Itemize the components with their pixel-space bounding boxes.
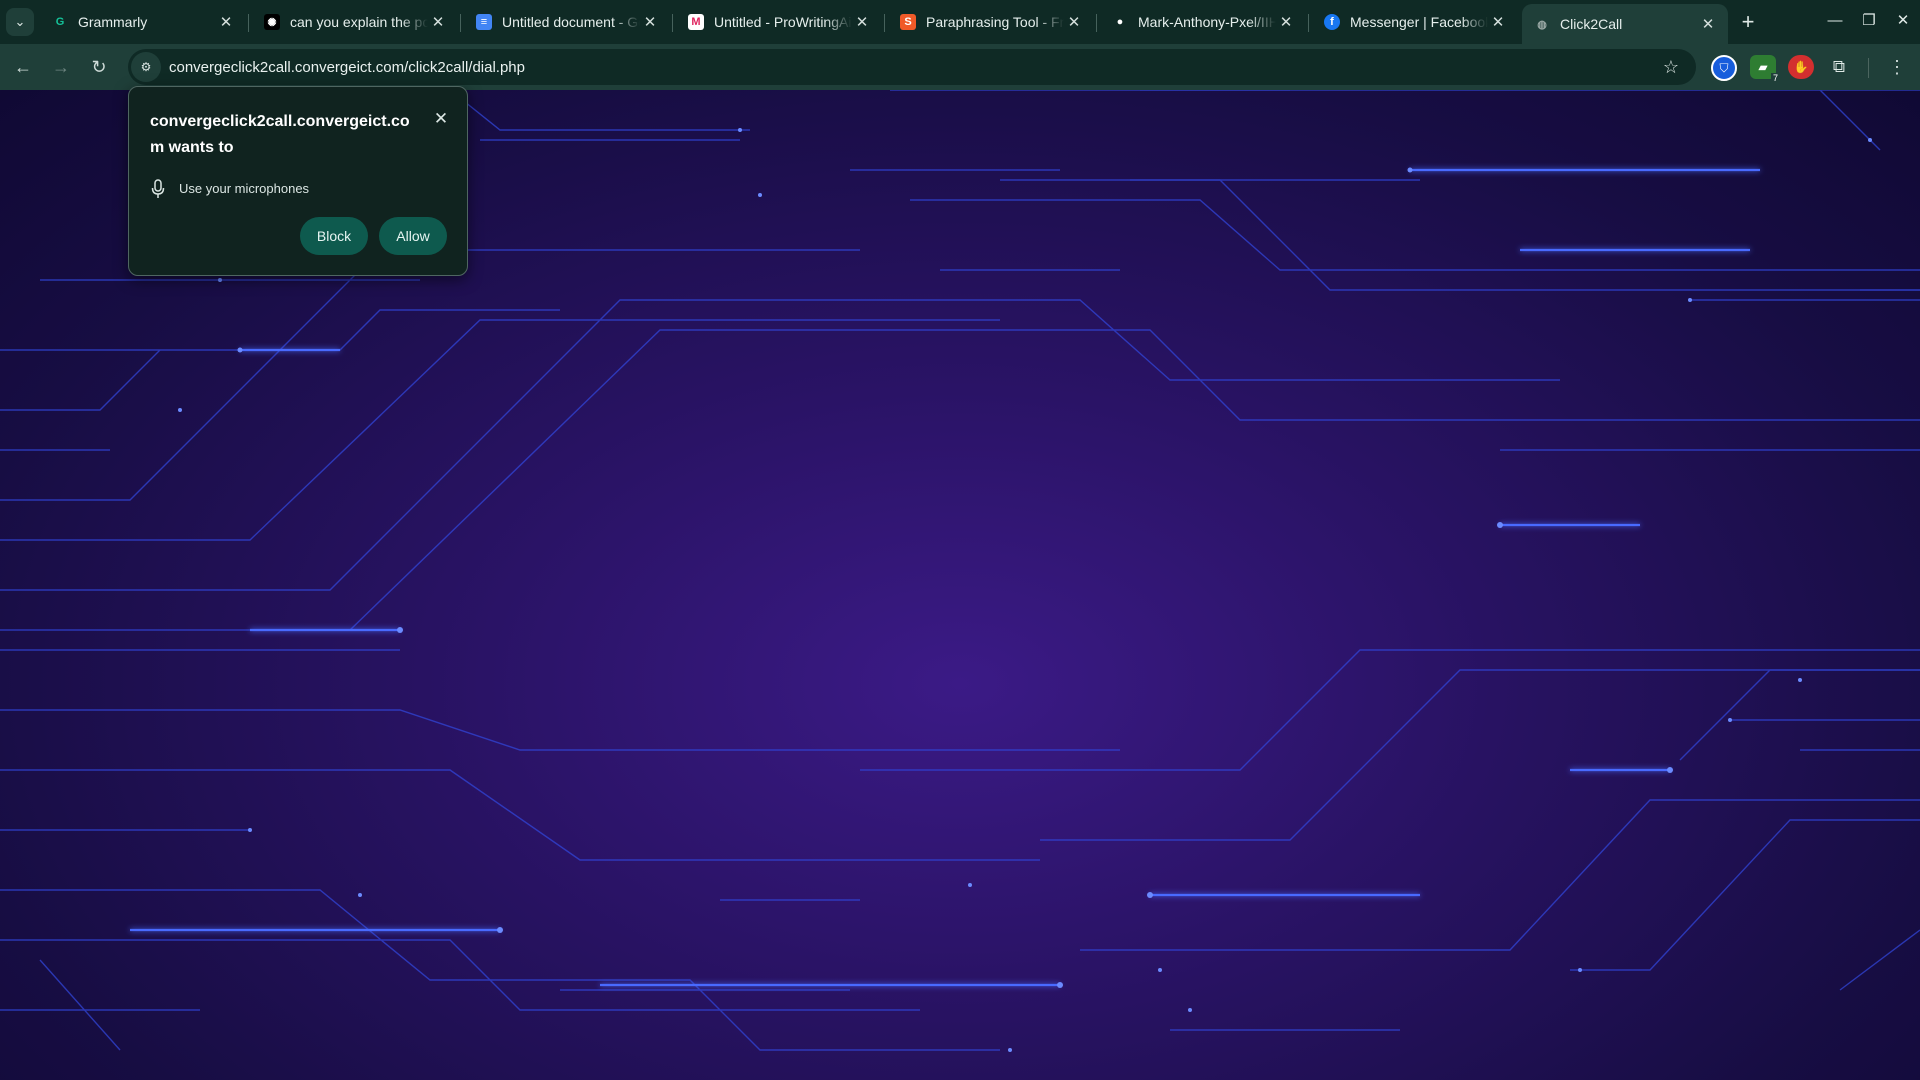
tab-title: can you explain the porp — [290, 14, 428, 30]
bookmark-star-icon[interactable]: ☆ — [1656, 57, 1686, 78]
microphone-icon — [151, 179, 165, 198]
tab-close-icon[interactable]: ✕ — [1276, 13, 1296, 31]
tab-title: Untitled document - Goo — [502, 14, 640, 30]
minimize-icon[interactable]: — — [1818, 6, 1852, 34]
prowritingaid-icon: M — [688, 14, 704, 30]
block-button[interactable]: Block — [300, 217, 368, 255]
toolbar-divider — [1868, 58, 1869, 78]
tab-grammarly[interactable]: G Grammarly ✕ — [40, 4, 246, 40]
tab-close-icon[interactable]: ✕ — [1064, 13, 1084, 31]
new-tab-plus-icon[interactable]: + — [1734, 8, 1762, 36]
back-arrow-icon[interactable]: ← — [8, 53, 38, 81]
tab-title: Messenger | Facebook — [1350, 14, 1488, 30]
google-docs-icon: ≡ — [476, 14, 492, 30]
tab-separator — [672, 14, 673, 32]
quillbot-icon: S — [900, 14, 916, 30]
extension-badge: 7 — [1770, 73, 1780, 83]
close-window-icon[interactable]: ✕ — [1886, 6, 1920, 34]
tab-strip: ⌄ G Grammarly ✕ ✺ can you explain the po… — [0, 0, 1920, 44]
tab-close-icon[interactable]: ✕ — [216, 13, 236, 31]
address-bar[interactable]: ⚙ convergeclick2call.convergeict.com/cli… — [128, 49, 1696, 85]
github-icon: ● — [1116, 16, 1124, 28]
tab-separator — [248, 14, 249, 32]
tab-close-icon[interactable]: ✕ — [640, 13, 660, 31]
tab-prowritingaid[interactable]: M Untitled - ProWritingAid ✕ — [676, 4, 882, 40]
tab-title: Click2Call — [1560, 16, 1623, 32]
tab-title: Grammarly — [78, 14, 148, 30]
grammarly-icon: G — [55, 16, 65, 28]
browser-toolbar: ← → ↻ ⚙ convergeclick2call.convergeict.c… — [0, 44, 1920, 90]
permission-prompt-title: convergeclick2call.convergeict.com wants… — [150, 113, 410, 156]
facebook-icon: f — [1324, 14, 1340, 30]
tab-separator — [1308, 14, 1309, 32]
tab-close-icon[interactable]: ✕ — [1698, 15, 1718, 33]
tab-github[interactable]: ● Mark-Anthony-Pxel/IIHC ✕ — [1100, 4, 1306, 40]
tab-title: Mark-Anthony-Pxel/IIHC — [1138, 14, 1276, 30]
adblock-icon[interactable]: ✋ — [1788, 55, 1814, 79]
permission-prompt: convergeclick2call.convergeict.com wants… — [128, 86, 468, 276]
tab-title: Untitled - ProWritingAid — [714, 14, 852, 30]
tab-title: Paraphrasing Tool - Free — [926, 14, 1064, 30]
tab-separator — [884, 14, 885, 32]
tab-google-docs[interactable]: ≡ Untitled document - Goo ✕ — [464, 4, 670, 40]
bitwarden-icon[interactable]: ⛉ — [1711, 55, 1737, 81]
tab-counter-icon[interactable]: ▰ 7 — [1750, 55, 1780, 83]
globe-icon: ◍ — [1537, 18, 1547, 31]
tab-search-chevron-icon[interactable]: ⌄ — [6, 8, 34, 36]
openai-icon: ✺ — [264, 14, 280, 30]
tab-messenger[interactable]: f Messenger | Facebook ✕ — [1312, 4, 1518, 40]
tab-separator — [460, 14, 461, 32]
tab-close-icon[interactable]: ✕ — [852, 13, 872, 31]
extensions-puzzle-icon[interactable]: ⧉ — [1826, 55, 1852, 79]
tab-chatgpt[interactable]: ✺ can you explain the porp ✕ — [252, 4, 458, 40]
close-icon[interactable]: ✕ — [429, 107, 453, 131]
address-bar-url[interactable]: convergeclick2call.convergeict.com/click… — [169, 59, 1656, 76]
reload-icon[interactable]: ↻ — [84, 53, 114, 81]
tab-close-icon[interactable]: ✕ — [1488, 13, 1508, 31]
site-settings-icon[interactable]: ⚙ — [131, 52, 161, 82]
tab-paraphrasing-tool[interactable]: S Paraphrasing Tool - Free ✕ — [888, 4, 1094, 40]
tab-close-icon[interactable]: ✕ — [428, 13, 448, 31]
allow-button[interactable]: Allow — [379, 217, 447, 255]
forward-arrow-icon[interactable]: → — [46, 53, 76, 81]
tab-separator — [1096, 14, 1097, 32]
tab-click2call[interactable]: ◍ Click2Call ✕ — [1522, 4, 1728, 44]
more-menu-icon[interactable]: ⋮ — [1882, 53, 1912, 81]
permission-label: Use your microphones — [179, 181, 310, 196]
restore-window-icon[interactable]: ❐ — [1852, 6, 1886, 34]
